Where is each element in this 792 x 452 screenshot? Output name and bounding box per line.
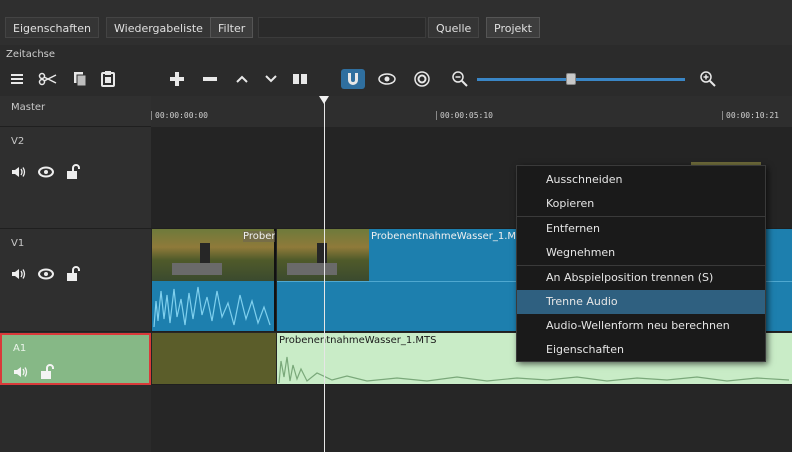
audio-waveform [153,286,271,328]
clip-label: ProbenentnahmeWasser_1.M [371,231,517,242]
copy-icon[interactable] [69,69,89,89]
time-ruler[interactable]: 00:00:00:00 00:00:05:10 00:00:10:21 [151,96,792,128]
ruler-tick-label: 00:00:10:21 [722,111,779,120]
video-clip[interactable]: Prober [152,229,276,331]
context-menu: Ausschneiden Kopieren Entfernen Wegnehme… [516,165,766,362]
hide-icon[interactable] [38,166,54,181]
mute-icon[interactable] [11,268,26,283]
tab-project[interactable]: Projekt [486,17,540,38]
menu-item-split-at-playhead[interactable]: An Abspielposition trennen (S) [517,266,765,290]
split-icon[interactable] [290,69,310,89]
ripple-icon[interactable] [411,69,433,89]
clip-thumbnail [277,229,369,281]
playhead-handle[interactable] [319,96,329,104]
lift-icon[interactable] [233,69,251,89]
zoom-slider-track[interactable] [477,78,685,81]
clip-label: Prober [243,231,275,242]
overwrite-icon[interactable] [262,69,280,89]
menu-item-lift[interactable]: Wegnehmen [517,241,765,265]
track-header-a1[interactable]: A1 [0,333,151,385]
timeline-panel-title: Zeitachse [6,49,56,60]
plus-icon[interactable] [167,69,187,89]
menu-item-copy[interactable]: Kopieren [517,192,765,216]
unlock-icon[interactable] [40,364,54,383]
master-track-header[interactable]: Master [0,96,151,127]
track-name-master: Master [11,102,46,113]
menu-item-cut[interactable]: Ausschneiden [517,168,765,192]
filter-tab-area [258,17,426,38]
menu-item-properties[interactable]: Eigenschaften [517,338,765,362]
unlock-icon[interactable] [66,164,80,183]
unlock-icon[interactable] [66,266,80,285]
menu-item-remove[interactable]: Entfernen [517,217,765,241]
hide-icon[interactable] [38,268,54,283]
menu-item-rebuild-waveform[interactable]: Audio-Wellenform neu berechnen [517,314,765,338]
track-name-a1: A1 [13,343,27,354]
menu-icon[interactable] [8,69,26,89]
zoom-out-icon[interactable] [449,69,471,89]
minus-icon[interactable] [200,69,220,89]
zoom-in-icon[interactable] [697,69,719,89]
tab-playlist[interactable]: Wiedergabeliste [106,17,211,38]
mute-icon[interactable] [11,166,26,181]
track-header-v1[interactable]: V1 [0,229,151,332]
tab-properties[interactable]: Eigenschaften [5,17,99,38]
panel-tab-bar: Eigenschaften Wiedergabeliste Filter Que… [0,0,792,45]
zoom-slider-handle[interactable] [566,73,576,85]
tab-source[interactable]: Quelle [428,17,480,38]
clip-label: ProbenentnahmeWasser_1.MTS [279,335,437,346]
mute-icon[interactable] [13,366,28,381]
playhead[interactable] [324,96,325,452]
track-headers: Master V2 V1 A1 [0,96,151,452]
audio-gap[interactable] [152,333,276,384]
menu-item-detach-audio[interactable]: Trenne Audio [517,290,765,314]
scissors-icon[interactable] [37,69,59,89]
ruler-tick-label: 00:00:05:10 [436,111,493,120]
snap-icon[interactable] [341,69,365,89]
paste-icon[interactable] [98,69,118,89]
ruler-tick-label: 00:00:00:00 [151,111,208,120]
track-header-v2[interactable]: V2 [0,127,151,229]
empty-header-area [0,385,151,452]
scrub-icon[interactable] [376,69,398,89]
track-name-v2: V2 [11,136,25,147]
tab-filter[interactable]: Filter [210,17,254,38]
track-name-v1: V1 [11,238,25,249]
